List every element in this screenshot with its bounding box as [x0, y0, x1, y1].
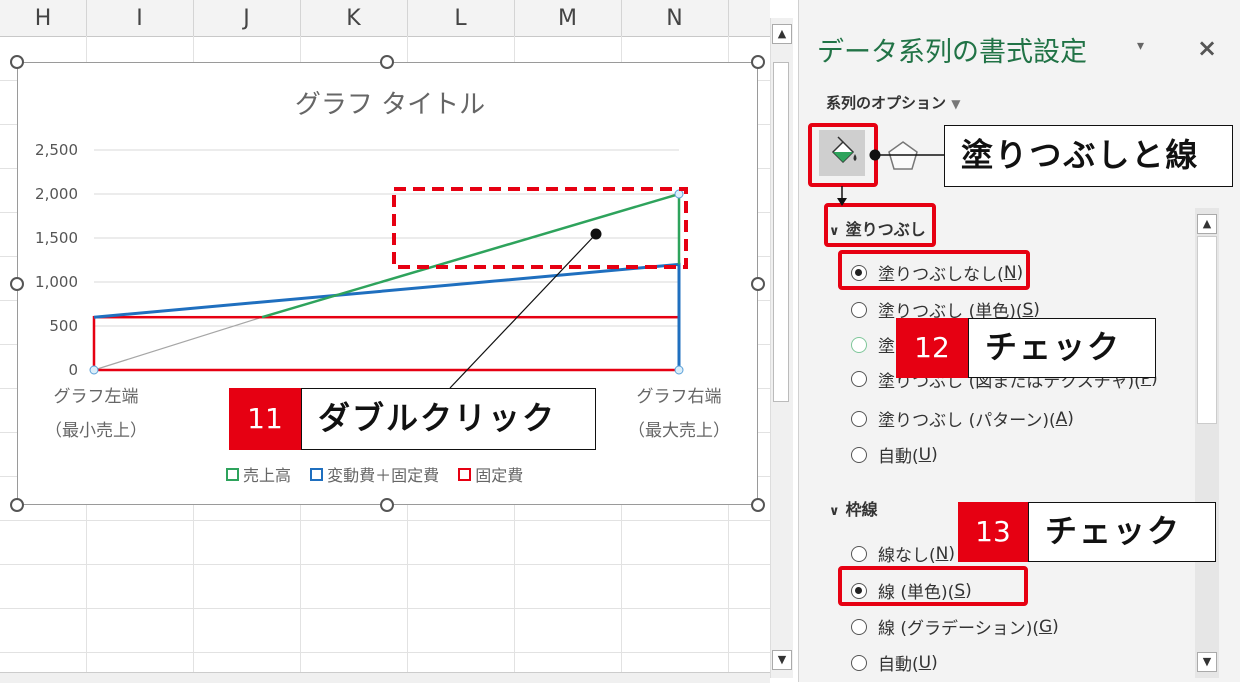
radio-button[interactable] [851, 336, 867, 353]
border-section-label: 枠線 [845, 500, 878, 519]
series-fixed-cost[interactable] [92, 315, 681, 372]
tab-callout-label: 塗りつぶしと線 [944, 125, 1233, 187]
chart-legend[interactable]: 売上高 変動費＋固定費 固定費 [226, 462, 537, 486]
fill-option-gradient[interactable]: 塗 [851, 332, 895, 357]
option-accesskey: N [935, 543, 949, 564]
pane-scroll-up[interactable]: ▲ [1197, 214, 1217, 234]
option-tail: ) [931, 444, 938, 465]
data-point-handle[interactable] [674, 189, 684, 199]
step-instruction-label: ダブルクリック [301, 388, 596, 450]
highlight-no-fill-option [838, 250, 1030, 290]
series-options-dropdown[interactable]: 系列のオプション ▼ [826, 92, 960, 113]
line-option-none[interactable]: 線なし(N) [851, 541, 955, 566]
fill-option-pattern[interactable]: 塗りつぶし (パターン)(A) [851, 406, 1074, 431]
chevron-down-icon: ▼ [951, 97, 961, 111]
step-number-badge: 13 [958, 502, 1028, 562]
option-tail: ) [931, 652, 938, 673]
option-tail: ) [1052, 616, 1059, 637]
line-option-auto[interactable]: 自動(U) [851, 650, 938, 675]
legend-swatch [226, 467, 239, 481]
option-label: 塗 [878, 337, 895, 357]
option-accesskey: A [1055, 408, 1068, 429]
category-left-text: グラフ左端 [53, 387, 139, 407]
radio-button[interactable] [851, 654, 867, 671]
legend-label: 固定費 [475, 466, 524, 485]
chart-plot [89, 149, 688, 389]
option-label: 自動( [878, 447, 919, 467]
radio-button[interactable] [851, 618, 867, 635]
pane-menu-icon[interactable]: ▾ [1137, 38, 1144, 54]
option-accesskey: U [918, 444, 932, 465]
dashed-target-box [392, 187, 688, 269]
step-number-badge: 12 [896, 318, 968, 378]
radio-button[interactable] [851, 371, 867, 387]
legend-item-sales[interactable]: 売上高 [226, 462, 291, 486]
data-point-handle[interactable] [674, 365, 684, 375]
option-label: 線なし( [878, 546, 936, 566]
step-number-badge: 11 [229, 388, 301, 450]
radio-button[interactable] [851, 545, 867, 562]
radio-button[interactable] [851, 446, 867, 463]
category-left-sub: （最小売上） [45, 421, 147, 441]
legend-item-fixed[interactable]: 固定費 [458, 462, 523, 486]
category-label-left: グラフ左端 （最小売上） [42, 380, 150, 448]
series-selection-guide [93, 316, 263, 371]
callout-pointer-line [449, 233, 597, 389]
category-right-sub: （最大売上） [628, 421, 730, 441]
step-instruction-label: チェック [1028, 502, 1216, 562]
legend-swatch [310, 467, 324, 481]
option-label: 塗りつぶし (パターン)( [878, 411, 1056, 431]
option-label: 自動( [878, 655, 919, 675]
option-tail: ) [1033, 299, 1040, 320]
pane-scroll-down[interactable]: ▼ [1197, 652, 1217, 672]
pane-scroll-thumb[interactable] [1197, 236, 1217, 424]
legend-item-variable-fixed[interactable]: 変動費＋固定費 [310, 462, 439, 486]
radio-button[interactable] [851, 410, 867, 427]
series-sales[interactable] [261, 192, 681, 319]
option-accesskey: G [1038, 616, 1053, 637]
data-point-handle[interactable] [89, 365, 99, 375]
radio-button[interactable] [851, 301, 867, 318]
border-section-header[interactable]: ∨ 枠線 [829, 496, 878, 520]
option-accesskey: S [1022, 299, 1034, 320]
callout-pointer-dot [590, 228, 602, 240]
pane-scrollbar[interactable]: ▲ ▼ [1195, 208, 1219, 678]
option-label: 線 (グラデーション)( [878, 619, 1039, 639]
fill-option-auto[interactable]: 自動(U) [851, 442, 938, 467]
legend-label: 変動費＋固定費 [327, 466, 440, 485]
option-tail: ) [1067, 408, 1074, 429]
option-tail: ) [948, 543, 955, 564]
close-icon[interactable]: × [1197, 34, 1217, 62]
series-options-label: 系列のオプション [826, 94, 947, 112]
annotation-connectors [837, 149, 945, 206]
category-right-text: グラフ右端 [636, 387, 722, 407]
option-accesskey: U [918, 652, 932, 673]
legend-label: 売上高 [243, 466, 292, 485]
legend-swatch [458, 467, 472, 481]
line-option-gradient[interactable]: 線 (グラデーション)(G) [851, 614, 1059, 639]
chevron-down-icon: ∨ [829, 504, 840, 519]
highlight-solid-line-option [838, 566, 1028, 606]
pane-title: データ系列の書式設定 [817, 37, 1087, 68]
category-label-right: グラフ右端 （最大売上） [624, 380, 734, 448]
step-instruction-label: チェック [968, 318, 1156, 378]
